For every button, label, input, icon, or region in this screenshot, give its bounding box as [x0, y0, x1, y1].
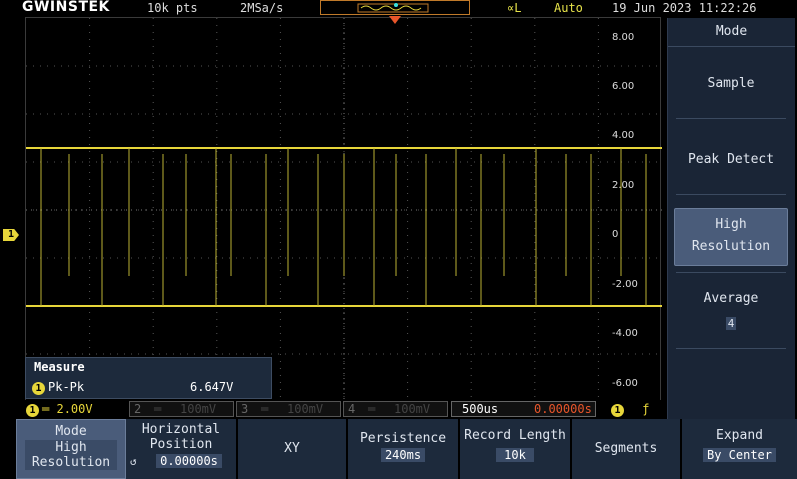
trigger-status[interactable]: 1 ƒ	[611, 402, 649, 417]
rising-edge-icon: ƒ	[642, 402, 650, 416]
ch1-scale: 2.00V	[56, 402, 93, 416]
expand-softkey[interactable]: Expand By Center	[682, 419, 797, 479]
scale-label: -2.00	[612, 279, 638, 290]
trigger-mode: Auto	[554, 1, 583, 15]
scale-label: -6.00	[612, 378, 638, 389]
measure-value: 6.647V	[190, 380, 234, 394]
ch2-number: 2	[134, 402, 142, 416]
horizontal-position: 0.00000s	[534, 402, 592, 416]
softkey-value-line2: Resolution	[25, 455, 117, 470]
scale-label: 8.00	[612, 32, 635, 43]
divider	[676, 118, 786, 119]
scale-label: 4.00	[612, 130, 635, 141]
option-label-line1: High	[715, 217, 747, 232]
ch2-status[interactable]: 2 ═ 100mV	[129, 401, 234, 417]
bottom-menu: Mode High Resolution Horizontal Position…	[16, 419, 797, 479]
softkey-label: XY	[284, 441, 300, 456]
memory-depth: 10k pts	[147, 1, 198, 15]
dc-coupling-icon: ═	[42, 402, 50, 416]
softkey-label-line2: Position	[149, 437, 213, 452]
softkey-label: Mode	[55, 424, 87, 439]
datetime: 19 Jun 2023 11:22:26	[612, 1, 757, 15]
waveform-overview	[320, 0, 470, 15]
trigger-position-icon[interactable]	[389, 16, 401, 24]
option-label-line2: Resolution	[691, 239, 771, 254]
softkey-value-line1: High	[25, 440, 117, 455]
option-label: Average	[703, 291, 759, 306]
mode-sample-option[interactable]: Sample	[674, 76, 788, 91]
softkey-value: 240ms	[380, 448, 426, 462]
measure-row: 1 Pk-Pk 6.647V	[32, 380, 266, 395]
average-count-value: 4	[725, 317, 737, 330]
softkey-label: Record Length	[464, 428, 566, 443]
brand-logo: GWINSTEK	[22, 0, 110, 15]
softkey-label: Expand	[716, 428, 763, 443]
ch4-scale: 100mV	[394, 402, 431, 416]
scale-label: 0	[612, 229, 619, 240]
ch3-number: 3	[241, 402, 249, 416]
side-menu-header: Mode	[668, 18, 795, 47]
softkey-label-line1: Horizontal	[141, 422, 221, 437]
dc-coupling-icon: ═	[154, 402, 162, 416]
xy-softkey[interactable]: XY	[238, 419, 348, 479]
mode-softkey[interactable]: Mode High Resolution	[16, 419, 126, 479]
measure-title: Measure	[34, 360, 85, 374]
sample-rate: 2MSa/s	[240, 1, 284, 15]
scale-label: 2.00	[612, 180, 635, 191]
ch4-number: 4	[348, 402, 356, 416]
waveform-grid	[26, 18, 662, 402]
measure-name: Pk-Pk	[48, 380, 85, 394]
channel-1-badge: 1	[26, 404, 39, 417]
softkey-value: 10k	[496, 448, 534, 462]
divider	[676, 348, 786, 349]
waveform-display	[25, 17, 662, 402]
ch1-status[interactable]: 1 ═ 2.00V	[26, 402, 93, 417]
variable-knob-icon: ↺	[130, 455, 137, 468]
ch1-ground-marker[interactable]: 1	[3, 229, 19, 241]
segments-softkey[interactable]: Segments	[572, 419, 682, 479]
persistence-softkey[interactable]: Persistence 240ms	[348, 419, 460, 479]
mode-high-resolution-option[interactable]: High Resolution	[674, 208, 788, 266]
softkey-value: 0.00000s	[156, 454, 222, 468]
divider	[676, 194, 786, 195]
trigger-edge-icon: ∝L	[507, 1, 522, 15]
ch2-scale: 100mV	[180, 402, 217, 416]
channel-status-bar: 1 ═ 2.00V 2 ═ 100mV 3 ═ 100mV 4 ═ 100mV 5…	[23, 400, 662, 418]
dc-coupling-icon: ═	[261, 402, 269, 416]
mode-average-option[interactable]: Average 4	[674, 290, 788, 331]
measure-panel: Measure 1 Pk-Pk 6.647V	[25, 357, 272, 399]
softkey-label: Segments	[594, 441, 658, 456]
timebase: 500us	[462, 402, 499, 416]
channel-1-badge: 1	[611, 404, 624, 417]
softkey-label: Persistence	[359, 431, 447, 446]
softkey-value: By Center	[702, 448, 777, 462]
horizontal-position-softkey[interactable]: Horizontal Position ↺ 0.00000s	[126, 419, 238, 479]
scale-label: 6.00	[612, 81, 635, 92]
dc-coupling-icon: ═	[368, 402, 376, 416]
divider	[676, 272, 786, 273]
average-count: 4	[674, 316, 788, 331]
timebase-status[interactable]: 500us 0.00000s	[451, 401, 596, 417]
mode-peak-detect-option[interactable]: Peak Detect	[674, 152, 788, 167]
record-length-softkey[interactable]: Record Length 10k	[460, 419, 572, 479]
ch3-scale: 100mV	[287, 402, 324, 416]
overview-waveform-icon	[357, 3, 429, 13]
scale-label: -4.00	[612, 328, 638, 339]
channel-1-badge: 1	[32, 382, 45, 395]
ch3-status[interactable]: 3 ═ 100mV	[236, 401, 341, 417]
side-menu: Mode Sample Peak Detect High Resolution …	[667, 18, 795, 424]
ch4-status[interactable]: 4 ═ 100mV	[343, 401, 448, 417]
